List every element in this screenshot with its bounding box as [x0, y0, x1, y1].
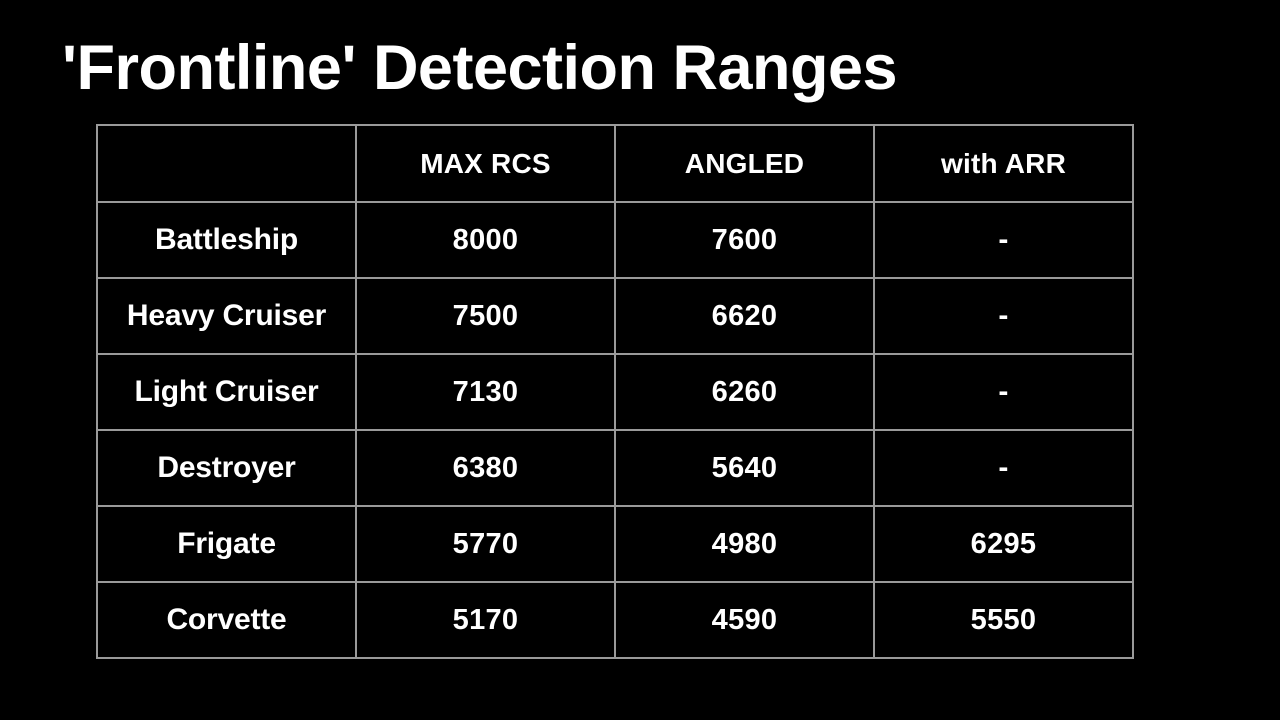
cell-light-cruiser-with-arr: -	[873, 353, 1134, 431]
cell-frigate-with-arr: 6295	[873, 505, 1134, 583]
row-label-battleship: Battleship	[96, 201, 357, 279]
cell-destroyer-angled: 5640	[614, 429, 875, 507]
page-title: 'Frontline' Detection Ranges	[62, 33, 898, 103]
table-row: Frigate 5770 4980 6295	[96, 505, 1134, 583]
column-header-angled: ANGLED	[614, 124, 875, 203]
table-row: Destroyer 6380 5640 -	[96, 429, 1134, 507]
table-header-row: MAX RCS ANGLED with ARR	[96, 124, 1134, 203]
table-row: Corvette 5170 4590 5550	[96, 581, 1134, 659]
column-header-max-rcs: MAX RCS	[355, 124, 616, 203]
cell-corvette-max-rcs: 5170	[355, 581, 616, 659]
cell-destroyer-max-rcs: 6380	[355, 429, 616, 507]
cell-battleship-max-rcs: 8000	[355, 201, 616, 279]
cell-frigate-angled: 4980	[614, 505, 875, 583]
column-header-with-arr: with ARR	[873, 124, 1134, 203]
row-label-destroyer: Destroyer	[96, 429, 357, 507]
cell-corvette-with-arr: 5550	[873, 581, 1134, 659]
cell-heavy-cruiser-max-rcs: 7500	[355, 277, 616, 355]
row-label-light-cruiser: Light Cruiser	[96, 353, 357, 431]
cell-destroyer-with-arr: -	[873, 429, 1134, 507]
cell-frigate-max-rcs: 5770	[355, 505, 616, 583]
cell-heavy-cruiser-with-arr: -	[873, 277, 1134, 355]
cell-light-cruiser-angled: 6260	[614, 353, 875, 431]
table-row: Light Cruiser 7130 6260 -	[96, 353, 1134, 431]
cell-battleship-with-arr: -	[873, 201, 1134, 279]
table-row: Heavy Cruiser 7500 6620 -	[96, 277, 1134, 355]
cell-battleship-angled: 7600	[614, 201, 875, 279]
column-header-ship-class	[96, 124, 357, 203]
row-label-corvette: Corvette	[96, 581, 357, 659]
detection-ranges-table: MAX RCS ANGLED with ARR Battleship 8000 …	[96, 124, 1134, 659]
detection-ranges-table-container: MAX RCS ANGLED with ARR Battleship 8000 …	[96, 124, 1134, 659]
cell-light-cruiser-max-rcs: 7130	[355, 353, 616, 431]
row-label-frigate: Frigate	[96, 505, 357, 583]
table-row: Battleship 8000 7600 -	[96, 201, 1134, 279]
table-header: MAX RCS ANGLED with ARR	[96, 124, 1134, 203]
cell-heavy-cruiser-angled: 6620	[614, 277, 875, 355]
row-label-heavy-cruiser: Heavy Cruiser	[96, 277, 357, 355]
cell-corvette-angled: 4590	[614, 581, 875, 659]
table-body: Battleship 8000 7600 - Heavy Cruiser 750…	[96, 201, 1134, 659]
